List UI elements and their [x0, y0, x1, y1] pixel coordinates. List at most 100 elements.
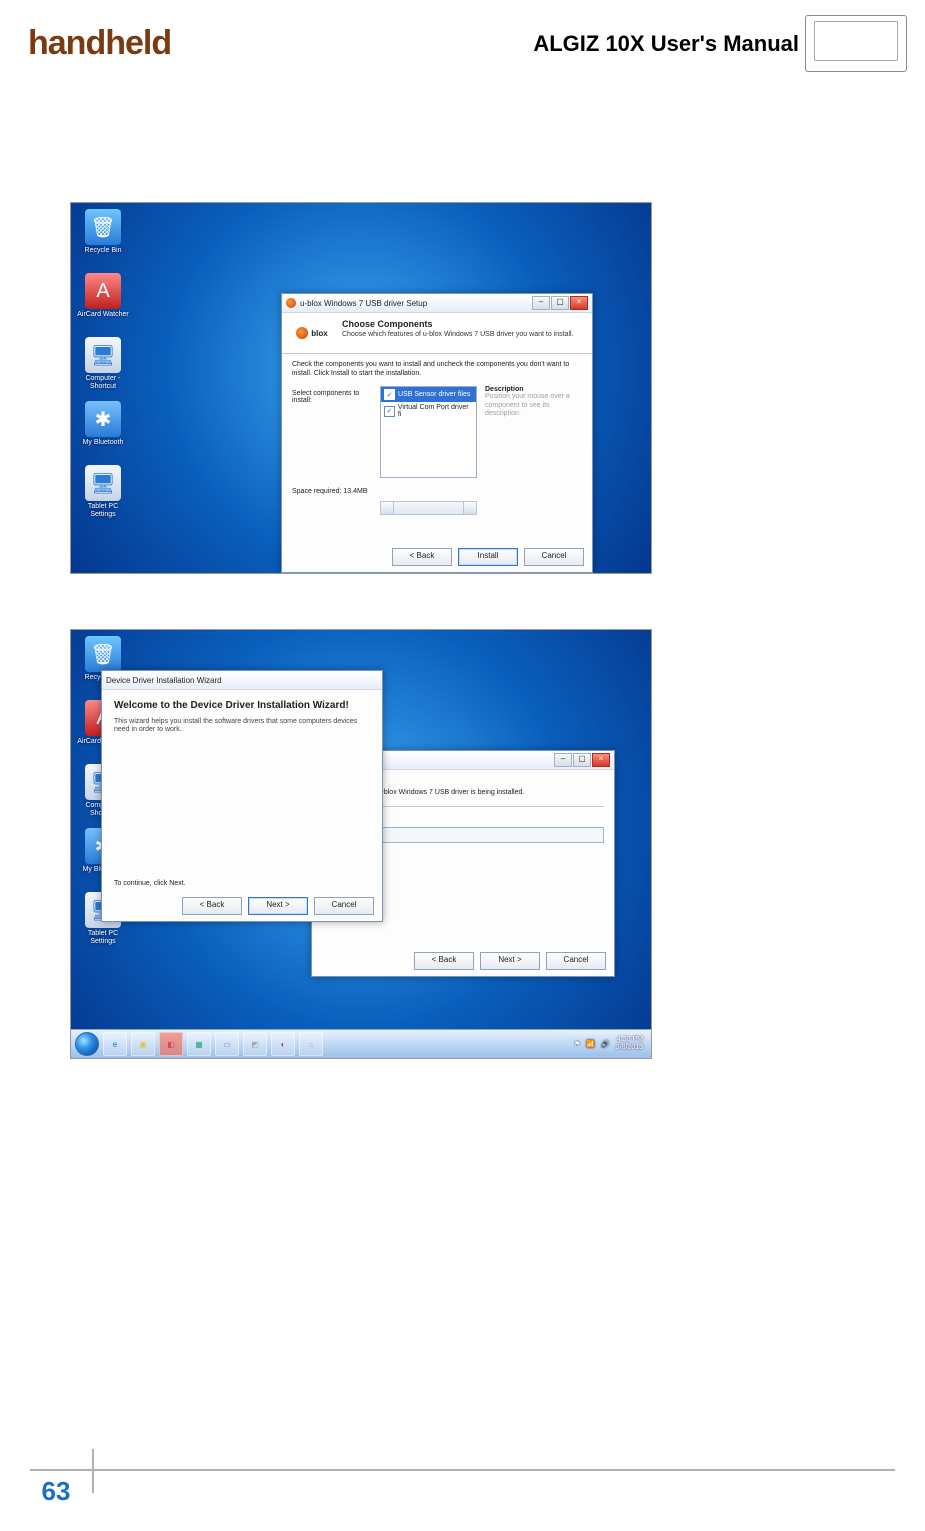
wizard-heading: Welcome to the Device Driver Installatio…: [114, 700, 370, 712]
component-item[interactable]: Virtual Com Port driver fi: [381, 402, 476, 420]
computer-icon[interactable]: 🖥: [85, 337, 121, 373]
description-text: Position your mouse over a component to …: [485, 393, 570, 418]
taskbar-app-icon[interactable]: ◧: [159, 1032, 183, 1056]
wizard-continue-hint: To continue, click Next.: [114, 880, 186, 887]
desktop-icon: A AirCard Watcher: [77, 273, 129, 331]
desktop-icon: ✱ My Bluetooth: [77, 401, 129, 459]
ublox-icon: [286, 298, 296, 308]
tray-volume-icon[interactable]: 🔊: [601, 1040, 610, 1048]
taskbar-app-icon[interactable]: ▦: [187, 1032, 211, 1056]
description-box: Description Position your mouse over a c…: [485, 386, 570, 418]
checkbox-icon[interactable]: [384, 389, 395, 400]
page-number: 63: [30, 1476, 82, 1507]
desktop-icon-label: Tablet PC Settings: [77, 930, 129, 945]
next-button: Next >: [480, 952, 540, 970]
ublox-circle-icon: [296, 327, 308, 339]
maximize-button[interactable]: ▢: [573, 753, 591, 767]
window-controls: – ▢ ×: [554, 753, 610, 767]
back-button[interactable]: < Back: [392, 548, 452, 566]
desktop-icons: 🗑 Recycle Bin A AirCard Watcher 🖥 Computer …: [77, 209, 137, 529]
tray-clock[interactable]: 4:30 PM 3/8/2013: [616, 1036, 643, 1051]
taskbar-app-icon[interactable]: ◐: [271, 1032, 295, 1056]
tray-flag-icon[interactable]: ⚑: [574, 1040, 580, 1048]
components-row: Select components to install: USB Sensor…: [292, 386, 582, 478]
wizard-sub: This wizard helps you install the softwa…: [114, 718, 370, 735]
select-label: Select components to install:: [292, 386, 372, 404]
dialog-title-text: Device Driver Installation Wizard: [106, 676, 222, 685]
dialog-title-text: u-blox Windows 7 USB driver Setup: [300, 299, 427, 308]
cancel-button[interactable]: Cancel: [524, 548, 584, 566]
dialog-body: Check the components you want to install…: [282, 360, 592, 515]
horizontal-scrollbar[interactable]: [380, 501, 477, 515]
dialog-titlebar[interactable]: Device Driver Installation Wizard: [102, 671, 382, 690]
ublox-logo-text: blox: [311, 329, 327, 338]
taskbar-ie-icon[interactable]: e: [103, 1032, 127, 1056]
component-label: USB Sensor driver files: [398, 391, 470, 398]
screenshot-2: 🗑Recycle Bin AAirCard Watcher 🖥Computer …: [70, 629, 652, 1059]
page-header: handheld ALGIZ 10X User's Manual: [0, 0, 925, 82]
tablet-settings-icon[interactable]: 🖥: [85, 465, 121, 501]
brand-logo: handheld: [28, 24, 171, 63]
desktop-icon-label: My Bluetooth: [77, 439, 129, 447]
minimize-button[interactable]: –: [532, 296, 550, 310]
dialog-header: blox Choose Components Choose which feat…: [282, 313, 592, 351]
dialog-buttons: < Back Next > Cancel: [182, 897, 374, 915]
desktop-icon-label: Recycle Bin: [77, 247, 129, 255]
taskbar[interactable]: e ▣ ◧ ▦ ▭ ◩ ◐ ⌂ ⚑ 📶 🔊 4:30 PM 3/8/2013: [71, 1029, 651, 1058]
tray-network-icon[interactable]: 📶: [586, 1040, 595, 1048]
divider: [282, 353, 592, 354]
desktop-icon-label: AirCard Watcher: [77, 311, 129, 319]
install-button[interactable]: Install: [458, 548, 518, 566]
recycle-bin-icon[interactable]: 🗑: [85, 636, 121, 672]
minimize-button[interactable]: –: [554, 753, 572, 767]
wizard-body: Welcome to the Device Driver Installatio…: [102, 690, 382, 744]
content-area: 🗑 Recycle Bin A AirCard Watcher 🖥 Computer …: [0, 82, 925, 1059]
dialog-titlebar[interactable]: u-blox Windows 7 USB driver Setup – ▢ ×: [282, 294, 592, 313]
close-button[interactable]: ×: [592, 753, 610, 767]
page-footer: 63: [30, 1476, 82, 1507]
back-button: < Back: [414, 952, 474, 970]
aircard-icon[interactable]: A: [85, 273, 121, 309]
window-controls: – ▢ ×: [532, 296, 588, 310]
ublox-logo: blox: [290, 319, 334, 347]
maximize-button[interactable]: ▢: [551, 296, 569, 310]
ublox-setup-dialog: u-blox Windows 7 USB driver Setup – ▢ × …: [281, 293, 593, 573]
manual-title: ALGIZ 10X User's Manual: [533, 31, 799, 57]
taskbar-app-icon[interactable]: ▭: [215, 1032, 239, 1056]
taskbar-app-icon[interactable]: ◩: [243, 1032, 267, 1056]
taskbar-explorer-icon[interactable]: ▣: [131, 1032, 155, 1056]
component-label: Virtual Com Port driver fi: [398, 404, 473, 418]
components-list[interactable]: USB Sensor driver files Virtual Com Port…: [380, 386, 477, 478]
dialog-subheading: Choose which features of u-blox Windows …: [342, 331, 584, 339]
close-button[interactable]: ×: [570, 296, 588, 310]
dialog-heading: Choose Components: [342, 319, 584, 329]
space-required: Space required: 13.4MB: [292, 488, 582, 495]
back-button: < Back: [182, 897, 242, 915]
header-right: ALGIZ 10X User's Manual: [533, 15, 907, 72]
recycle-bin-icon[interactable]: 🗑: [85, 209, 121, 245]
device-illustration-icon: [805, 15, 907, 72]
bluetooth-icon[interactable]: ✱: [85, 401, 121, 437]
dialog-buttons: < Back Next > Cancel: [414, 952, 606, 970]
desktop-icon: 🖥 Tablet PC Settings: [77, 465, 129, 523]
start-orb-icon[interactable]: [75, 1032, 99, 1056]
dialog-buttons: < Back Install Cancel: [392, 548, 584, 566]
checkbox-icon[interactable]: [384, 406, 395, 417]
desktop-icon-label: Tablet PC Settings: [77, 503, 129, 518]
component-item[interactable]: USB Sensor driver files: [381, 387, 476, 402]
driver-wizard-dialog: Device Driver Installation Wizard Welcom…: [101, 670, 383, 922]
footer-rule: [30, 1469, 895, 1471]
description-title: Description: [485, 386, 570, 393]
screenshot-1: 🗑 Recycle Bin A AirCard Watcher 🖥 Computer …: [70, 202, 652, 574]
desktop-icon: 🗑 Recycle Bin: [77, 209, 129, 267]
cancel-button[interactable]: Cancel: [314, 897, 374, 915]
next-button[interactable]: Next >: [248, 897, 308, 915]
dialog-instruction: Check the components you want to install…: [292, 360, 582, 378]
desktop-icon-label: Computer - Shortcut: [77, 375, 129, 390]
desktop-icon: 🖥 Computer - Shortcut: [77, 337, 129, 395]
tray-time: 4:30 PM: [616, 1036, 643, 1044]
tray-date: 3/8/2013: [616, 1044, 643, 1052]
taskbar-app-icon[interactable]: ⌂: [299, 1032, 323, 1056]
cancel-button[interactable]: Cancel: [546, 952, 606, 970]
system-tray[interactable]: ⚑ 📶 🔊 4:30 PM 3/8/2013: [574, 1036, 647, 1051]
